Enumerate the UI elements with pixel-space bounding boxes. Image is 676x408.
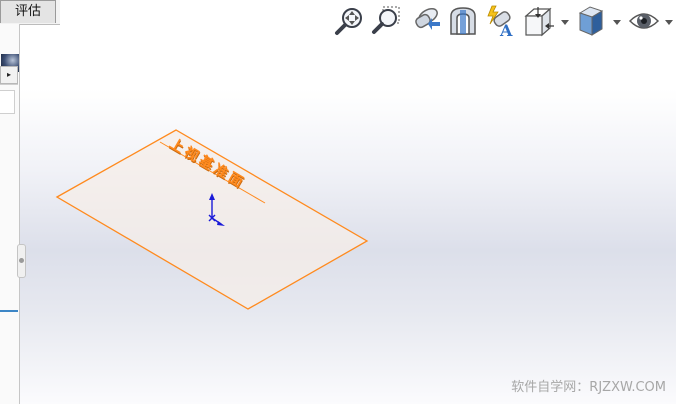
zoom-to-area-button[interactable] <box>369 4 403 38</box>
chevron-down-icon <box>561 20 569 25</box>
zoom-to-fit-button[interactable] <box>332 4 366 38</box>
svg-text:A: A <box>499 21 513 38</box>
view-orientation-button[interactable] <box>522 4 556 38</box>
display-style-button[interactable] <box>575 4 609 38</box>
dynamic-annotation-views-button[interactable]: A <box>484 4 518 38</box>
section-view-icon <box>450 7 476 35</box>
display-style-icon <box>578 6 604 36</box>
view-orientation-icon <box>524 7 554 37</box>
view-orientation-dropdown[interactable] <box>561 18 569 26</box>
section-view-button[interactable] <box>446 4 480 38</box>
viewport-canvas <box>55 129 369 310</box>
watermark: 软件自学网：RJZXW.COM <box>511 380 666 395</box>
graphics-viewport[interactable]: 上视基准面 <box>0 0 676 404</box>
previous-view-icon <box>415 8 440 30</box>
eye-icon <box>628 13 660 29</box>
chevron-down-icon <box>613 20 621 25</box>
previous-view-button[interactable] <box>408 4 442 38</box>
zoom-fit-icon <box>335 8 362 35</box>
hide-show-items-button[interactable] <box>627 4 661 38</box>
hide-show-items-dropdown[interactable] <box>665 18 673 26</box>
display-style-dropdown[interactable] <box>613 18 621 26</box>
zoom-area-icon <box>372 6 400 34</box>
chevron-down-icon <box>665 20 673 25</box>
annotation-views-icon: A <box>487 5 513 38</box>
